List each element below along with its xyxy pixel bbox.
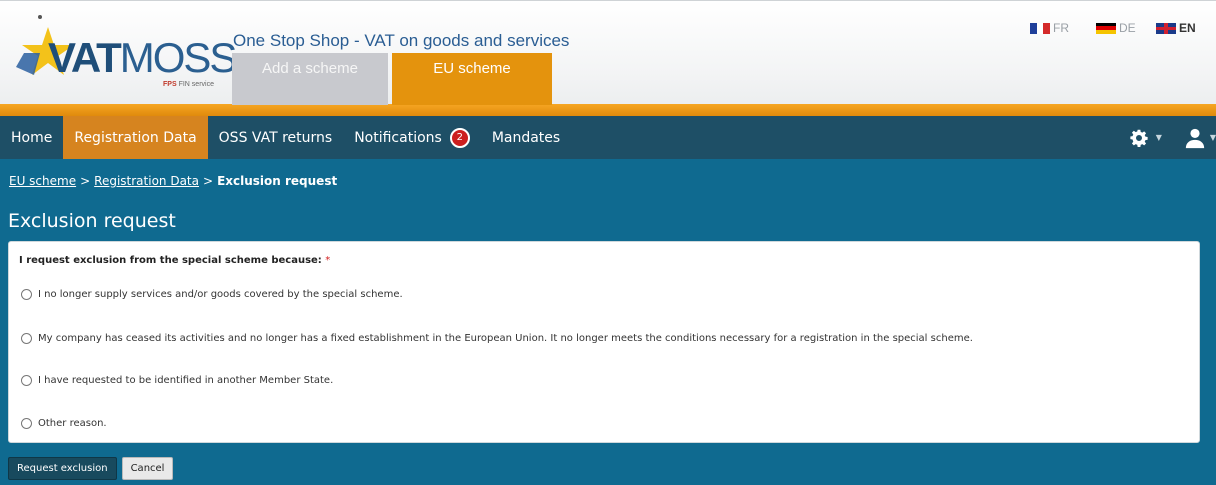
nav-item-registration-data[interactable]: Registration Data [63, 116, 208, 159]
flag-fr-icon [1030, 22, 1051, 34]
reason-option-label: Other reason. [38, 418, 107, 429]
radio-button[interactable] [21, 375, 32, 386]
reason-option-label: I no longer supply services and/or goods… [38, 289, 403, 300]
vatmoss-logo[interactable]: VATMOSS FPS FIN service [14, 15, 237, 97]
user-icon [1185, 128, 1205, 148]
gear-icon [1130, 129, 1148, 147]
breadcrumb: EU scheme > Registration Data > Exclusio… [0, 159, 1216, 203]
reason-option-ceased-activities[interactable]: My company has ceased its activities and… [21, 333, 973, 344]
exclusion-form-panel: I request exclusion from the special sch… [8, 241, 1200, 443]
user-menu[interactable]: ▼ [1184, 127, 1216, 149]
radio-button[interactable] [21, 333, 32, 344]
cancel-button[interactable]: Cancel [121, 457, 174, 480]
required-marker: * [325, 255, 331, 266]
nav-item-oss-vat-returns[interactable]: OSS VAT returns [208, 116, 344, 159]
radio-button[interactable] [21, 289, 32, 300]
reason-option-no-longer-supply[interactable]: I no longer supply services and/or goods… [21, 289, 403, 300]
main-content: EU scheme > Registration Data > Exclusio… [0, 159, 1216, 485]
reason-option-other[interactable]: Other reason. [21, 418, 107, 429]
nav-item-home[interactable]: Home [0, 116, 63, 159]
breadcrumb-current: Exclusion request [217, 174, 338, 188]
language-de-label: DE [1119, 21, 1136, 35]
breadcrumb-separator: > [203, 174, 214, 188]
tab-eu-scheme[interactable]: EU scheme [392, 53, 552, 105]
language-en-label: EN [1179, 21, 1196, 35]
tab-add-a-scheme[interactable]: Add a scheme [232, 53, 388, 105]
logo-dot [38, 15, 42, 19]
question-text: I request exclusion from the special sch… [19, 255, 322, 266]
form-actions: Request exclusion Cancel [8, 457, 174, 480]
language-de[interactable]: DE [1096, 21, 1136, 35]
language-fr[interactable]: FR [1030, 21, 1069, 35]
flag-uk-icon [1156, 22, 1176, 34]
flag-de-icon [1096, 22, 1116, 34]
notification-count-badge: 2 [449, 127, 470, 148]
logo-wordmark: VATMOSS [48, 34, 237, 81]
settings-menu[interactable]: ▼ [1130, 129, 1162, 147]
chevron-down-icon: ▼ [1155, 133, 1162, 142]
language-en[interactable]: EN [1156, 21, 1196, 35]
breadcrumb-separator: > [80, 174, 91, 188]
nav-item-mandates[interactable]: Mandates [481, 116, 571, 159]
site-header: VATMOSS FPS FIN service One Stop Shop - … [0, 0, 1216, 105]
reason-option-label: My company has ceased its activities and… [38, 333, 973, 344]
breadcrumb-link-eu-scheme[interactable]: EU scheme [9, 174, 76, 188]
reason-option-another-member-state[interactable]: I have requested to be identified in ano… [21, 375, 333, 386]
exclusion-question-label: I request exclusion from the special sch… [19, 255, 330, 266]
language-fr-label: FR [1053, 21, 1069, 35]
reason-option-label: I have requested to be identified in ano… [38, 375, 334, 386]
site-tagline: One Stop Shop - VAT on goods and service… [233, 31, 570, 50]
radio-button[interactable] [21, 418, 32, 429]
logo-subtitle: FPS FIN service [163, 81, 214, 88]
page-title: Exclusion request [8, 209, 176, 232]
main-nav: Home Registration Data OSS VAT returns N… [0, 116, 1216, 159]
request-exclusion-button[interactable]: Request exclusion [8, 457, 117, 480]
chevron-down-icon: ▼ [1209, 133, 1216, 142]
nav-right-tools: ▼ ▼ [1130, 116, 1216, 159]
header-accent-bar [0, 104, 1216, 116]
breadcrumb-link-registration-data[interactable]: Registration Data [94, 174, 199, 188]
nav-item-notifications-label: Notifications [354, 129, 442, 146]
nav-item-notifications[interactable]: Notifications 2 [343, 116, 481, 159]
